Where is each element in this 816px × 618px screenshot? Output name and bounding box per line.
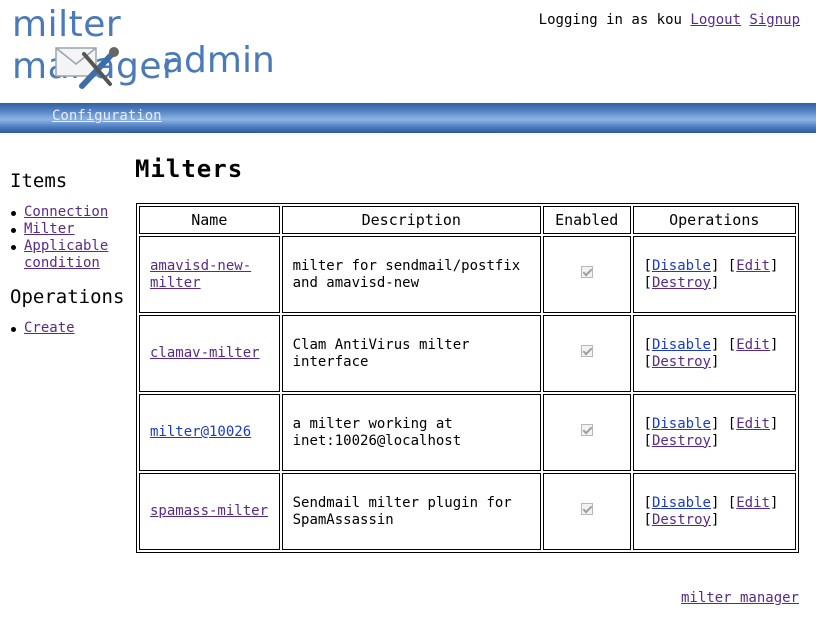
enabled-cell [542,315,631,392]
disable-link[interactable]: Disable [652,258,711,274]
footer: milter manager [681,590,799,606]
edit-link[interactable]: Edit [736,258,770,274]
sidebar-operations-heading: Operations [10,286,125,308]
user-bar: Logging in as kou Logout Signup [539,12,800,28]
enabled-checkbox [580,424,593,436]
sidebar-items-heading: Items [10,170,68,192]
logo-text-line2: admin [162,40,275,81]
sidebar-item-applicable-condition: Applicable condition [8,238,126,272]
table-row: spamass-milter Sendmail milter plugin fo… [139,473,796,550]
enabled-cell [542,236,631,313]
table-header-row: Name Description Enabled Operations [139,206,796,234]
milter-name-link[interactable]: clamav-milter [150,345,260,361]
sidebar-operations-list: Create [8,320,126,337]
milter-link[interactable]: Milter [24,221,75,237]
applicable-condition-link[interactable]: Applicable condition [24,238,108,271]
mail-tools-icon [55,47,119,89]
nav-configuration-link[interactable]: Configuration [52,108,162,124]
description-cell: a milter working at inet:10026@localhost [281,394,541,471]
sidebar-item-create: Create [8,320,126,337]
milter-name-link[interactable]: spamass-milter [150,503,268,519]
table-row: amavisd-new-milter milter for sendmail/p… [139,236,796,313]
disable-link[interactable]: Disable [652,416,711,432]
operations-cell: [Disable] [Edit] [Destroy] [632,394,796,471]
signup-link[interactable]: Signup [749,12,800,28]
edit-link[interactable]: Edit [736,416,770,432]
enabled-checkbox [580,266,593,278]
create-link[interactable]: Create [24,320,75,336]
enabled-cell [542,394,631,471]
footer-milter-manager-link[interactable]: milter manager [681,590,799,606]
disable-link[interactable]: Disable [652,337,711,353]
operations-cell: [Disable] [Edit] [Destroy] [632,473,796,550]
edit-link[interactable]: Edit [736,337,770,353]
name-cell: milter@10026 [139,394,280,471]
logout-link[interactable]: Logout [690,12,741,28]
name-cell: spamass-milter [139,473,280,550]
description-cell: Clam AntiVirus milter interface [281,315,541,392]
sidebar-item-milter: Milter [8,221,126,238]
page-title: Milters [135,155,244,183]
column-header-operations: Operations [632,206,796,234]
table-row: milter@10026 a milter working at inet:10… [139,394,796,471]
table-row: clamav-milter Clam AntiVirus milter inte… [139,315,796,392]
sidebar-items-list: Connection Milter Applicable condition [8,204,126,272]
name-cell: clamav-milter [139,315,280,392]
description-cell: Sendmail milter plugin for SpamAssassin [281,473,541,550]
milter-name-link[interactable]: amavisd-new-milter [150,258,251,291]
milters-table: Name Description Enabled Operations amav… [136,203,799,553]
sidebar: Items Connection Milter Applicable condi… [8,170,126,351]
column-header-enabled: Enabled [542,206,631,234]
disable-link[interactable]: Disable [652,495,711,511]
destroy-link[interactable]: Destroy [652,433,711,449]
name-cell: amavisd-new-milter [139,236,280,313]
column-header-name: Name [139,206,280,234]
nav-bar: Configuration [0,103,816,133]
operations-cell: [Disable] [Edit] [Destroy] [632,236,796,313]
sidebar-item-connection: Connection [8,204,126,221]
milter-name-link[interactable]: milter@10026 [150,424,251,440]
login-status: Logging in as kou [538,12,682,28]
connection-link[interactable]: Connection [24,204,108,220]
destroy-link[interactable]: Destroy [652,275,711,291]
destroy-link[interactable]: Destroy [652,512,711,528]
column-header-description: Description [281,206,541,234]
enabled-checkbox [580,503,593,515]
app-logo: milter manager admin [12,4,275,94]
edit-link[interactable]: Edit [736,495,770,511]
enabled-checkbox [580,345,593,357]
destroy-link[interactable]: Destroy [652,354,711,370]
description-cell: milter for sendmail/postfix and amavisd-… [281,236,541,313]
operations-cell: [Disable] [Edit] [Destroy] [632,315,796,392]
enabled-cell [542,473,631,550]
